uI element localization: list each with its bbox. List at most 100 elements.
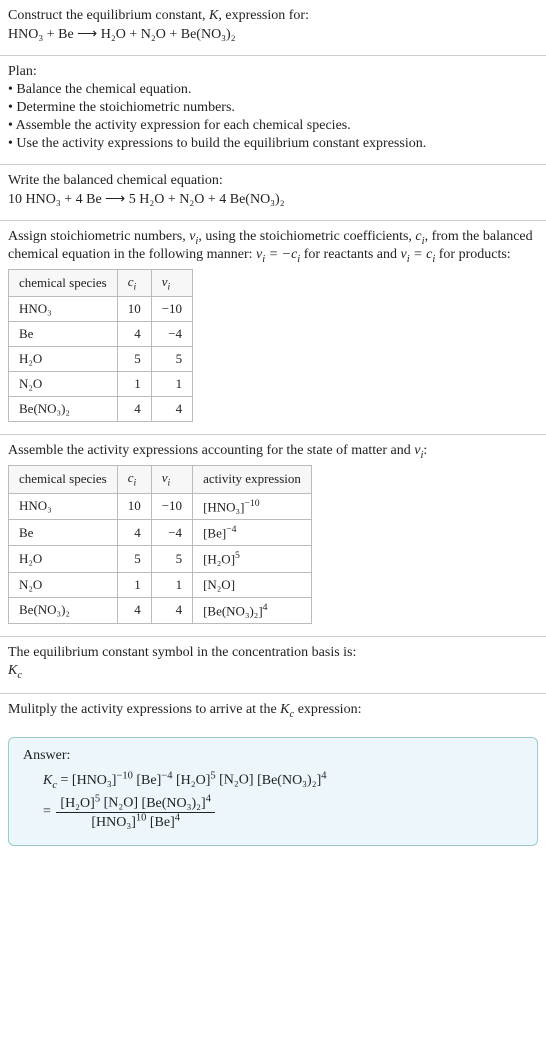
multiply-text: Mulitply the activity expressions to arr…: [8, 702, 538, 720]
nu-symbol: νi: [189, 229, 198, 244]
act-exp: −4: [226, 524, 236, 535]
cell-nui: 5: [151, 347, 192, 372]
cell-species: Be(NO₃)₂: [9, 597, 118, 623]
assemble-text: Assemble the activity expressions accoun…: [8, 443, 538, 461]
cell-ci: 10: [117, 493, 151, 519]
cell-activity: [Be]−4: [193, 519, 312, 545]
table-header-row: chemical species ci νi: [9, 269, 193, 297]
intro-eq-lhs: HNO₃ + Be: [8, 27, 74, 42]
cell-species: Be(NO₃)₂: [9, 397, 118, 422]
plan-heading: Plan:: [8, 64, 538, 80]
act-base: [HNO₃]: [203, 499, 244, 514]
table-row: N₂O 1 1 [N₂O]: [9, 572, 312, 597]
table-header-row: chemical species ci νi activity expressi…: [9, 465, 312, 493]
term-base: [Be]: [136, 773, 161, 788]
kc-symbol: Kc: [280, 702, 294, 717]
term-exp: 4: [206, 793, 211, 804]
term-exp: −4: [161, 770, 172, 781]
intro-equation: HNO₃ + Be ⟶ H₂O + N₂O + Be(NO₃)₂: [8, 26, 538, 43]
cell-activity: [H₂O]5: [193, 546, 312, 572]
intro-text-a: Construct the equilibrium constant,: [8, 8, 209, 23]
nu-eq-neg-c: νi = −ci: [256, 247, 300, 262]
term: [HNO₃]−10: [72, 773, 133, 788]
multiply-section: Mulitply the activity expressions to arr…: [0, 694, 546, 732]
cell-species: Be: [9, 519, 118, 545]
answer-box: Answer: Kc = [HNO₃]−10 [Be]−4 [H₂O]5 [N₂…: [8, 737, 538, 846]
assign-e: for products:: [435, 247, 510, 262]
plan-bullet: • Use the activity expressions to build …: [8, 136, 538, 152]
cell-nui: −10: [151, 493, 192, 519]
term-base: [Be(NO₃)₂]: [257, 773, 321, 788]
intro-section: Construct the equilibrium constant, K, e…: [0, 0, 546, 56]
assemble-b: :: [423, 443, 427, 458]
plan-section: Plan: • Balance the chemical equation. •…: [0, 56, 546, 165]
table-row: Be4−4: [9, 322, 193, 347]
multiply-a: Mulitply the activity expressions to arr…: [8, 702, 280, 717]
col-nui: νi: [151, 269, 192, 297]
arrow-icon: ⟶: [105, 192, 129, 207]
act-base: [Be]: [203, 525, 226, 540]
kc-symbol: Kc: [8, 663, 538, 681]
c-symbol: ci: [415, 229, 424, 244]
cell-activity: [HNO₃]−10: [193, 493, 312, 519]
answer-flat-line: Kc = [HNO₃]−10 [Be]−4 [H₂O]5 [N₂O] [Be(N…: [43, 770, 523, 790]
table-row: HNO₃ 10 −10 [HNO₃]−10: [9, 493, 312, 519]
assign-section: Assign stoichiometric numbers, νi, using…: [0, 221, 546, 435]
eqsymbol-section: The equilibrium constant symbol in the c…: [0, 637, 546, 694]
term-exp: 4: [175, 813, 180, 824]
assemble-a: Assemble the activity expressions accoun…: [8, 443, 414, 458]
activity-table: chemical species ci νi activity expressi…: [8, 465, 312, 624]
act-exp: −10: [244, 498, 259, 509]
cell-ci: 5: [117, 546, 151, 572]
cell-species: H₂O: [9, 347, 118, 372]
term-exp: 4: [321, 770, 326, 781]
balance-heading: Write the balanced chemical equation:: [8, 173, 538, 189]
table-row: Be(NO₃)₂44: [9, 397, 193, 422]
term: [Be(NO₃)₂]4: [257, 773, 326, 788]
col-activity: activity expression: [193, 465, 312, 493]
eqsymbol-text: The equilibrium constant symbol in the c…: [8, 645, 538, 661]
nu-eq-c: νi = ci: [401, 247, 436, 262]
assign-d: for reactants and: [300, 247, 400, 262]
intro-eq-rhs: H₂O + N₂O + Be(NO₃)₂: [101, 27, 236, 42]
term-base: [N₂O]: [104, 796, 138, 811]
table-row: N₂O11: [9, 372, 193, 397]
answer-equation: Kc = [HNO₃]−10 [Be]−4 [H₂O]5 [N₂O] [Be(N…: [23, 770, 523, 831]
cell-ci: 1: [117, 372, 151, 397]
kc-symbol: Kc: [43, 773, 57, 788]
cell-species: HNO₃: [9, 297, 118, 322]
term: [Be(NO₃)₂]4: [142, 796, 211, 811]
multiply-b: expression:: [294, 702, 361, 717]
cell-activity: [N₂O]: [193, 572, 312, 597]
col-ci: ci: [117, 269, 151, 297]
cell-nui: 4: [151, 397, 192, 422]
cell-nui: −4: [151, 519, 192, 545]
balance-rhs: 5 H₂O + N₂O + 4 Be(NO₃)₂: [129, 192, 285, 207]
cell-ci: 4: [117, 597, 151, 623]
term-exp: 10: [136, 813, 147, 824]
cell-ci: 5: [117, 347, 151, 372]
assign-a: Assign stoichiometric numbers,: [8, 229, 189, 244]
act-base: [H₂O]: [203, 552, 235, 567]
act-exp: 4: [263, 602, 268, 613]
intro-line: Construct the equilibrium constant, K, e…: [8, 8, 538, 24]
k-symbol: K: [209, 8, 218, 23]
term-base: [H₂O]: [176, 773, 210, 788]
fraction-denominator: [HNO₃]10 [Be]4: [56, 813, 215, 832]
table-row: HNO₃10−10: [9, 297, 193, 322]
plan-bullet: • Assemble the activity expression for e…: [8, 118, 538, 134]
table-row: H₂O 5 5 [H₂O]5: [9, 546, 312, 572]
term-base: [N₂O]: [219, 773, 253, 788]
cell-nui: 1: [151, 572, 192, 597]
cell-ci: 4: [117, 322, 151, 347]
assemble-section: Assemble the activity expressions accoun…: [0, 435, 546, 637]
term-exp: 5: [210, 770, 215, 781]
col-ci: ci: [117, 465, 151, 493]
cell-ci: 10: [117, 297, 151, 322]
balance-lhs: 10 HNO₃ + 4 Be: [8, 192, 102, 207]
term: [H₂O]5: [176, 773, 216, 788]
table-row: H₂O55: [9, 347, 193, 372]
col-species: chemical species: [9, 465, 118, 493]
table-row: Be(NO₃)₂ 4 4 [Be(NO₃)₂]4: [9, 597, 312, 623]
cell-activity: [Be(NO₃)₂]4: [193, 597, 312, 623]
